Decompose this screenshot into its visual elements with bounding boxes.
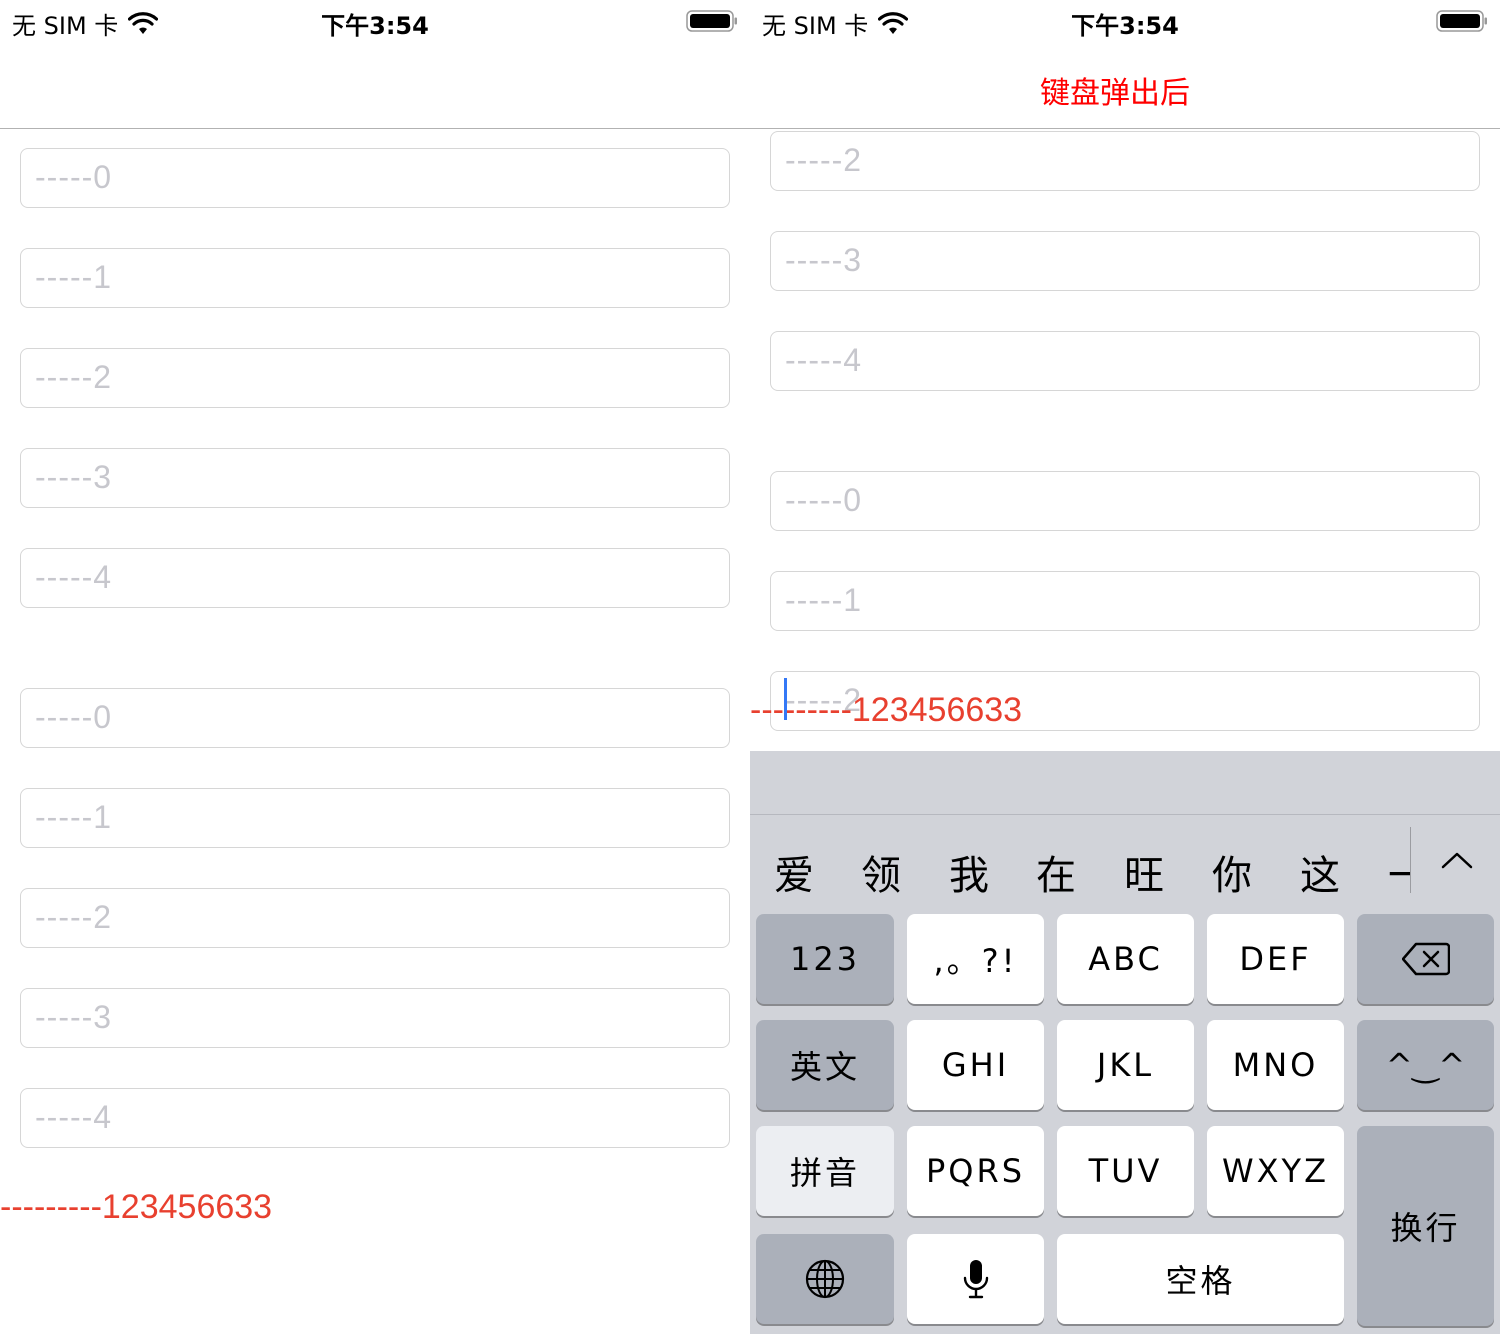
field-placeholder: -----1 <box>785 582 863 618</box>
key-abc[interactable]: ABC <box>1057 914 1194 1004</box>
text-field[interactable]: -----3 <box>770 231 1480 291</box>
nav-title: 键盘弹出后 <box>1040 76 1190 111</box>
status-bar: 无 SIM 卡 下午3:54 <box>750 0 1500 42</box>
screen-after-keyboard: 无 SIM 卡 下午3:54 键盘弹出后 -----2 -----3 -----… <box>750 0 1500 1334</box>
key-space[interactable]: 空格 <box>1057 1234 1344 1324</box>
key-globe[interactable] <box>756 1234 894 1324</box>
text-field[interactable]: -----4 <box>770 331 1480 391</box>
key-english[interactable]: 英文 <box>756 1020 894 1110</box>
candidate-item[interactable]: 领 <box>861 843 901 901</box>
field-placeholder: -----2 <box>35 359 113 395</box>
candidate-item[interactable]: 在 <box>1036 843 1076 901</box>
text-field[interactable]: -----0 <box>20 688 730 748</box>
delete-key[interactable] <box>1357 914 1494 1004</box>
field-placeholder: -----4 <box>35 1099 113 1135</box>
text-field[interactable]: -----1 <box>20 248 730 308</box>
status-time: 下午3:54 <box>321 12 429 40</box>
key-return[interactable]: 换行 <box>1357 1126 1494 1326</box>
footer-label: ---------123456633 <box>750 691 1023 729</box>
field-placeholder: -----1 <box>35 799 113 835</box>
battery-icon <box>1436 10 1487 32</box>
candidate-item[interactable]: 旺 <box>1124 843 1164 901</box>
status-time: 下午3:54 <box>1071 12 1179 40</box>
text-field[interactable]: -----1 <box>20 788 730 848</box>
candidate-item[interactable]: 我 <box>949 843 989 901</box>
candidate-divider <box>1410 827 1411 893</box>
text-field[interactable]: -----2 <box>20 348 730 408</box>
candidate-item[interactable]: 一 <box>1388 843 1410 901</box>
text-field[interactable]: -----2 <box>770 131 1480 191</box>
text-field[interactable]: -----3 <box>20 448 730 508</box>
battery-icon <box>686 10 737 32</box>
footer-label: ---------123456633 <box>0 1188 273 1226</box>
field-placeholder: -----4 <box>35 559 113 595</box>
screen-before-keyboard: 无 SIM 卡 下午3:54 -----0 -----1 -----2 ----… <box>0 0 750 1334</box>
text-field[interactable]: -----3 <box>20 988 730 1048</box>
globe-icon <box>805 1259 845 1299</box>
field-placeholder: -----3 <box>35 459 113 495</box>
key-pinyin[interactable]: 拼音 <box>756 1126 894 1216</box>
key-123[interactable]: 123 <box>756 914 894 1004</box>
chevron-up-icon[interactable] <box>1440 849 1474 871</box>
field-placeholder: -----3 <box>785 242 863 278</box>
candidate-item[interactable]: 爱 <box>774 843 814 901</box>
text-field[interactable]: -----4 <box>20 1088 730 1148</box>
key-emoticon[interactable]: ^‿^ <box>1357 1020 1494 1110</box>
field-placeholder: -----0 <box>35 159 113 195</box>
field-placeholder: -----4 <box>785 342 863 378</box>
key-punctuation[interactable]: ,。?! <box>907 914 1044 1004</box>
key-wxyz[interactable]: WXYZ <box>1207 1126 1344 1216</box>
text-cursor <box>784 678 787 720</box>
key-def[interactable]: DEF <box>1207 914 1344 1004</box>
microphone-icon <box>963 1260 988 1299</box>
text-field[interactable]: -----2 <box>20 888 730 948</box>
candidate-item[interactable]: 你 <box>1212 843 1252 901</box>
candidate-bar: 爱 领 我 在 旺 你 这 一 <box>750 815 1500 913</box>
field-placeholder: -----3 <box>35 999 113 1035</box>
input-bar <box>750 751 1500 815</box>
key-pqrs[interactable]: PQRS <box>907 1126 1044 1216</box>
key-tuv[interactable]: TUV <box>1057 1126 1194 1216</box>
field-placeholder: -----0 <box>35 699 113 735</box>
text-field[interactable]: -----0 <box>20 148 730 208</box>
text-field[interactable]: -----4 <box>20 548 730 608</box>
field-placeholder: -----2 <box>35 899 113 935</box>
status-bar: 无 SIM 卡 下午3:54 <box>0 0 750 42</box>
navigation-bar <box>0 42 750 129</box>
field-placeholder: -----0 <box>785 482 863 518</box>
field-placeholder: -----2 <box>785 142 863 178</box>
navigation-bar: 键盘弹出后 <box>750 42 1500 129</box>
candidate-item[interactable]: 这 <box>1300 843 1340 901</box>
field-placeholder: -----1 <box>35 259 113 295</box>
key-jkl[interactable]: JKL <box>1057 1020 1194 1110</box>
key-mno[interactable]: MNO <box>1207 1020 1344 1110</box>
keyboard: 爱 领 我 在 旺 你 这 一 123 ,。?! ABC DEF 英文 GHI … <box>750 751 1500 1334</box>
delete-icon <box>1401 942 1450 976</box>
key-microphone[interactable] <box>907 1234 1044 1324</box>
text-field[interactable]: -----1 <box>770 571 1480 631</box>
key-ghi[interactable]: GHI <box>907 1020 1044 1110</box>
text-field[interactable]: -----0 <box>770 471 1480 531</box>
